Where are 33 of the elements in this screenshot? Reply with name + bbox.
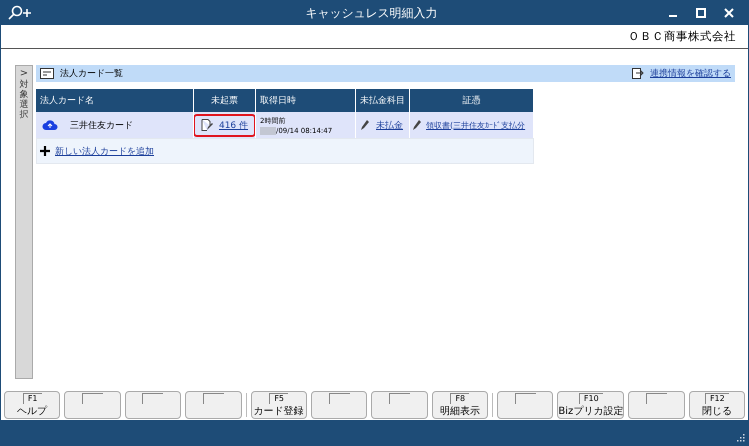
company-name: ＯＢＣ商事株式会社 (628, 29, 736, 44)
function-key[interactable] (310, 390, 368, 418)
function-key[interactable] (64, 390, 121, 418)
zoom-in-icon[interactable] (7, 5, 33, 21)
function-key[interactable] (371, 390, 428, 418)
function-key[interactable] (628, 390, 685, 418)
function-key[interactable]: F1 ヘルプ (4, 390, 60, 418)
function-key[interactable]: F12 閉じる (688, 390, 746, 418)
function-key[interactable]: F10 Bizプリカ設定 (557, 390, 624, 418)
linkage-info-link[interactable]: 連携情報を確認する (650, 67, 731, 80)
card-name: 三井住友カード (70, 120, 133, 132)
add-card-link[interactable]: 新しい法人カードを追加 (55, 144, 154, 158)
maximize-icon[interactable] (696, 8, 706, 18)
card-icon (40, 68, 54, 79)
resize-grip-icon[interactable] (737, 434, 745, 442)
function-key[interactable] (497, 390, 554, 418)
voucher-link[interactable]: 領収書(三井住友ｶｰﾄﾞ支払分 (426, 120, 526, 130)
window-title: キャッシュレス明細入力 (304, 4, 438, 22)
pencil-icon (360, 119, 370, 131)
plus-icon (40, 146, 50, 156)
pencil-icon (412, 119, 422, 131)
unposted-count-link[interactable]: 416 件 (218, 118, 248, 132)
cloud-icon (42, 119, 58, 131)
panel-title: 法人カード一覧 (60, 68, 123, 80)
function-key[interactable]: F5 カード登録 (250, 390, 307, 418)
function-key[interactable]: F8 明細表示 (432, 390, 488, 418)
side-tab[interactable]: > 対象選択 (15, 65, 33, 379)
close-icon[interactable] (724, 8, 734, 18)
document-edit-icon (200, 119, 213, 131)
function-key[interactable] (185, 390, 242, 418)
function-key[interactable] (124, 390, 182, 418)
account-link[interactable]: 未払金 (376, 118, 403, 132)
export-icon (632, 68, 644, 79)
